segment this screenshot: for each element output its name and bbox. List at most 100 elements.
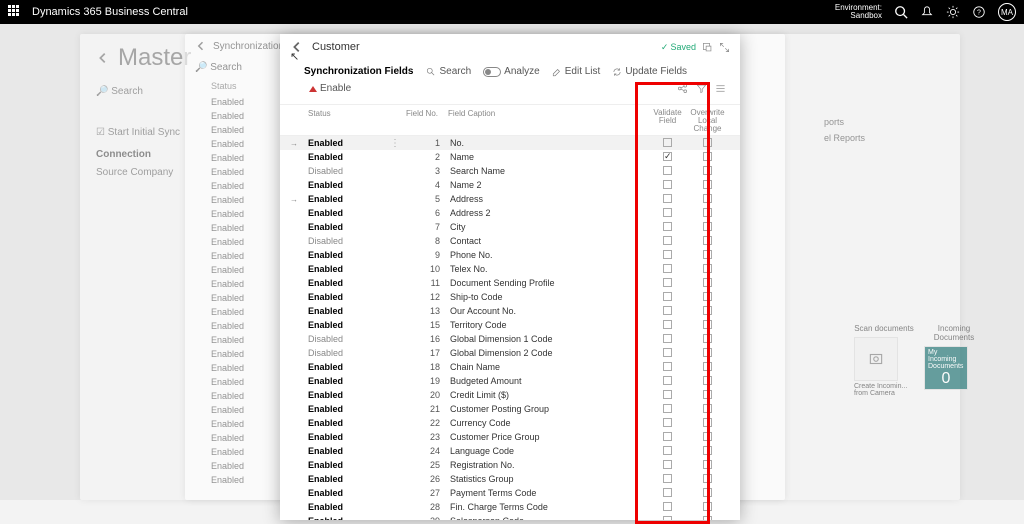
edit-list-tool[interactable]: Edit List: [547, 64, 606, 79]
search-tool[interactable]: Search: [421, 64, 476, 79]
table-row[interactable]: Enabled6Address 2: [280, 206, 740, 220]
table-row[interactable]: Enabled9Phone No.: [280, 248, 740, 262]
overwrite-checkbox[interactable]: [685, 404, 730, 415]
filter-icon[interactable]: [696, 83, 707, 94]
validate-checkbox[interactable]: [650, 432, 685, 443]
overwrite-checkbox[interactable]: [685, 390, 730, 401]
overwrite-checkbox[interactable]: [685, 446, 730, 457]
validate-checkbox[interactable]: [650, 376, 685, 387]
table-row[interactable]: Enabled28Fin. Charge Terms Code: [280, 500, 740, 514]
validate-checkbox[interactable]: [650, 180, 685, 191]
validate-checkbox[interactable]: [650, 320, 685, 331]
overwrite-checkbox[interactable]: [685, 166, 730, 177]
validate-checkbox[interactable]: [650, 474, 685, 485]
avatar[interactable]: MA: [998, 3, 1016, 21]
validate-checkbox[interactable]: [650, 390, 685, 401]
table-row[interactable]: Enabled19Budgeted Amount: [280, 374, 740, 388]
gear-icon[interactable]: [946, 5, 960, 19]
overwrite-checkbox[interactable]: [685, 460, 730, 471]
share-mini-icon[interactable]: [677, 83, 688, 94]
bell-icon[interactable]: [920, 5, 934, 19]
overwrite-checkbox[interactable]: [685, 488, 730, 499]
overwrite-checkbox[interactable]: [685, 278, 730, 289]
validate-checkbox[interactable]: [650, 264, 685, 275]
table-row[interactable]: Enabled22Currency Code: [280, 416, 740, 430]
validate-checkbox[interactable]: [650, 292, 685, 303]
overwrite-checkbox[interactable]: [685, 208, 730, 219]
validate-checkbox[interactable]: [650, 250, 685, 261]
overwrite-checkbox[interactable]: [685, 222, 730, 233]
overwrite-checkbox[interactable]: [685, 376, 730, 387]
overwrite-checkbox[interactable]: [685, 362, 730, 373]
table-row[interactable]: Enabled25Registration No.: [280, 458, 740, 472]
table-row[interactable]: →Enabled5Address: [280, 192, 740, 206]
overwrite-checkbox[interactable]: [685, 334, 730, 345]
validate-checkbox[interactable]: [650, 278, 685, 289]
row-menu-icon[interactable]: ⋮: [390, 138, 400, 149]
overwrite-checkbox[interactable]: [685, 292, 730, 303]
tile-scan[interactable]: Scan documents Create Incomin... from Ca…: [854, 324, 914, 397]
menu-icon[interactable]: [715, 83, 726, 94]
table-row[interactable]: Enabled27Payment Terms Code: [280, 486, 740, 500]
validate-checkbox[interactable]: [650, 194, 685, 205]
validate-checkbox[interactable]: [650, 334, 685, 345]
validate-checkbox[interactable]: [650, 306, 685, 317]
enable-tool[interactable]: Enable: [304, 81, 356, 96]
validate-checkbox[interactable]: [650, 166, 685, 177]
overwrite-checkbox[interactable]: [685, 194, 730, 205]
analyze-tool[interactable]: Analyze: [478, 64, 545, 79]
overwrite-checkbox[interactable]: [685, 348, 730, 359]
table-row[interactable]: Enabled2Name: [280, 150, 740, 164]
table-row[interactable]: Enabled24Language Code: [280, 444, 740, 458]
validate-checkbox[interactable]: [650, 516, 685, 521]
overwrite-checkbox[interactable]: [685, 180, 730, 191]
table-row[interactable]: Enabled20Credit Limit ($): [280, 388, 740, 402]
table-row[interactable]: Disabled17Global Dimension 2 Code: [280, 346, 740, 360]
table-row[interactable]: Enabled11Document Sending Profile: [280, 276, 740, 290]
table-row[interactable]: Disabled3Search Name: [280, 164, 740, 178]
overwrite-checkbox[interactable]: [685, 516, 730, 521]
search-icon[interactable]: [894, 5, 908, 19]
validate-checkbox[interactable]: [650, 404, 685, 415]
overwrite-checkbox[interactable]: [685, 138, 730, 149]
table-row[interactable]: Enabled21Customer Posting Group: [280, 402, 740, 416]
overwrite-checkbox[interactable]: [685, 474, 730, 485]
validate-checkbox[interactable]: [650, 222, 685, 233]
table-row[interactable]: Enabled29Salesperson Code: [280, 514, 740, 520]
tile-incoming[interactable]: Incoming Documents My Incoming Documents…: [924, 324, 984, 397]
overwrite-checkbox[interactable]: [685, 250, 730, 261]
validate-checkbox[interactable]: [650, 138, 685, 149]
overwrite-checkbox[interactable]: [685, 432, 730, 443]
validate-checkbox[interactable]: [650, 348, 685, 359]
table-row[interactable]: Enabled4Name 2: [280, 178, 740, 192]
expand-icon[interactable]: [719, 42, 730, 53]
validate-checkbox[interactable]: [650, 208, 685, 219]
overwrite-checkbox[interactable]: [685, 320, 730, 331]
overwrite-checkbox[interactable]: [685, 152, 730, 163]
overwrite-checkbox[interactable]: [685, 306, 730, 317]
app-launcher-icon[interactable]: [8, 5, 22, 19]
validate-checkbox[interactable]: [650, 502, 685, 513]
table-row[interactable]: Enabled12Ship-to Code: [280, 290, 740, 304]
update-fields-tool[interactable]: Update Fields: [607, 64, 692, 79]
overwrite-checkbox[interactable]: [685, 264, 730, 275]
table-row[interactable]: Enabled7City: [280, 220, 740, 234]
table-row[interactable]: Disabled16Global Dimension 1 Code: [280, 332, 740, 346]
share-icon[interactable]: [702, 42, 713, 53]
table-row[interactable]: Disabled8Contact: [280, 234, 740, 248]
overwrite-checkbox[interactable]: [685, 418, 730, 429]
validate-checkbox[interactable]: [650, 236, 685, 247]
overwrite-checkbox[interactable]: [685, 502, 730, 513]
validate-checkbox[interactable]: [650, 362, 685, 373]
validate-checkbox[interactable]: [650, 488, 685, 499]
table-row[interactable]: Enabled18Chain Name: [280, 360, 740, 374]
validate-checkbox[interactable]: [650, 418, 685, 429]
table-row[interactable]: Enabled26Statistics Group: [280, 472, 740, 486]
table-row[interactable]: →Enabled⋮1No.: [280, 136, 740, 150]
validate-checkbox[interactable]: [650, 460, 685, 471]
tab-sync-fields[interactable]: Synchronization Fields: [304, 66, 413, 77]
back-button[interactable]: [290, 40, 304, 54]
table-row[interactable]: Enabled10Telex No.: [280, 262, 740, 276]
help-icon[interactable]: ?: [972, 5, 986, 19]
table-row[interactable]: Enabled15Territory Code: [280, 318, 740, 332]
